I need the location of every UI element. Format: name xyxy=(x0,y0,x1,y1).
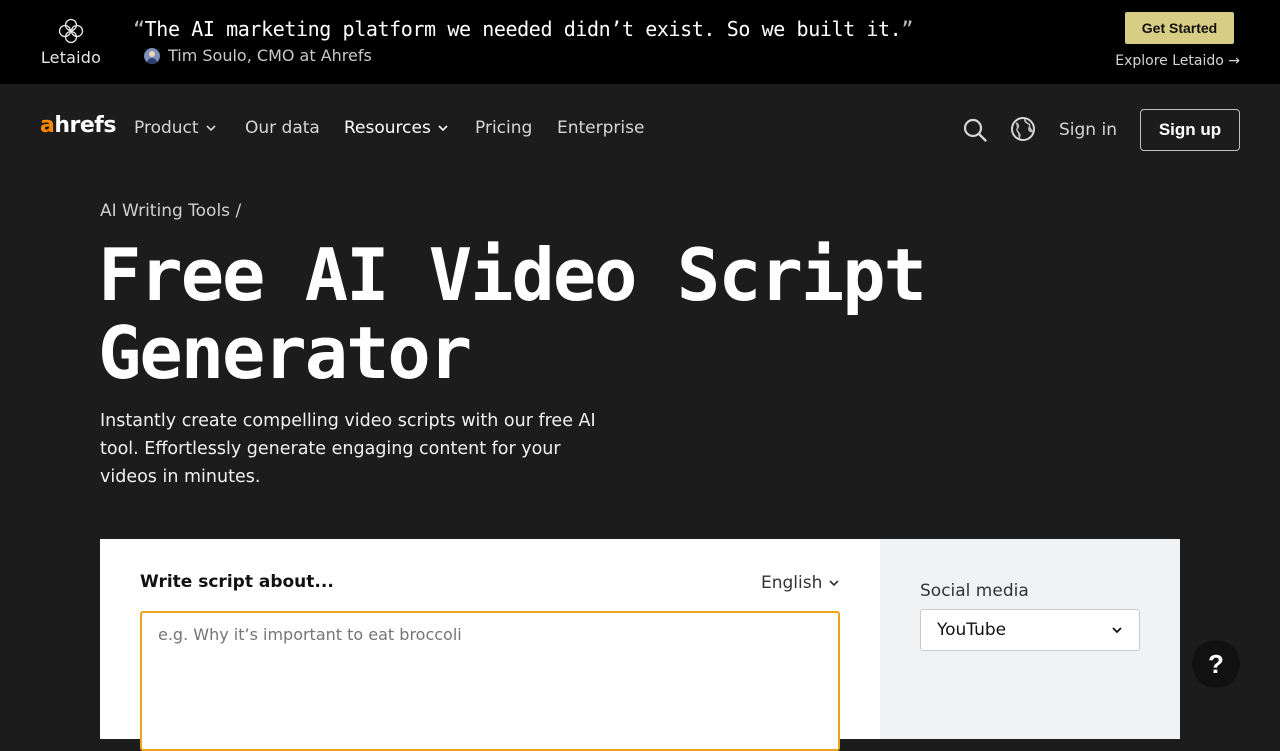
explore-letaido-link[interactable]: Explore Letaido → xyxy=(1115,53,1240,69)
nav-item-resources[interactable]: Resources xyxy=(344,118,449,138)
chevron-down-icon xyxy=(1112,627,1122,634)
sign-in-link[interactable]: Sign in xyxy=(1059,120,1117,140)
quote-open-mark: “ xyxy=(133,17,145,41)
help-button[interactable]: ? xyxy=(1192,640,1240,688)
chevron-down-icon xyxy=(829,580,839,587)
social-media-select[interactable]: YouTube xyxy=(920,609,1140,651)
page-description: Instantly create compelling video script… xyxy=(100,411,596,487)
author-name: Tim Soulo, CMO at Ahrefs xyxy=(168,46,372,65)
script-generator-card: Write script about... English Social med… xyxy=(100,539,1180,751)
ahrefs-logo[interactable]: ahrefs xyxy=(40,113,116,138)
promo-banner: Letaido “The AI marketing platform we ne… xyxy=(0,0,1280,84)
quote-close-mark: ” xyxy=(901,17,913,41)
quote-author: Tim Soulo, CMO at Ahrefs xyxy=(144,46,372,65)
sign-up-button[interactable]: Sign up xyxy=(1140,109,1240,151)
nav-item-pricing[interactable]: Pricing xyxy=(475,118,532,138)
nav-item-enterprise[interactable]: Enterprise xyxy=(557,118,644,138)
nav-item-our-data[interactable]: Our data xyxy=(245,118,320,138)
avatar xyxy=(144,47,160,64)
nav-item-product[interactable]: Product xyxy=(134,118,217,138)
chevron-down-icon xyxy=(205,125,216,132)
letaido-logo[interactable]: Letaido xyxy=(38,16,104,70)
page-title: Free AI Video Script Generator xyxy=(98,233,927,395)
get-started-button[interactable]: Get Started xyxy=(1125,12,1234,44)
breadcrumb[interactable]: AI Writing Tools / xyxy=(100,201,241,221)
script-topic-label: Write script about... xyxy=(140,572,334,592)
quote-text: The AI marketing platform we needed didn… xyxy=(144,17,902,41)
search-icon[interactable] xyxy=(962,117,988,143)
letaido-brand-name: Letaido xyxy=(40,48,102,67)
letaido-flower-icon xyxy=(58,18,84,44)
globe-icon[interactable] xyxy=(1010,116,1036,142)
chevron-down-icon xyxy=(438,125,448,132)
language-selector[interactable]: English xyxy=(761,573,840,593)
options-panel: Social media YouTube xyxy=(880,539,1180,739)
banner-quote: “The AI marketing platform we needed did… xyxy=(133,17,913,41)
script-topic-input[interactable] xyxy=(140,611,840,751)
social-media-label: Social media xyxy=(920,581,1029,601)
